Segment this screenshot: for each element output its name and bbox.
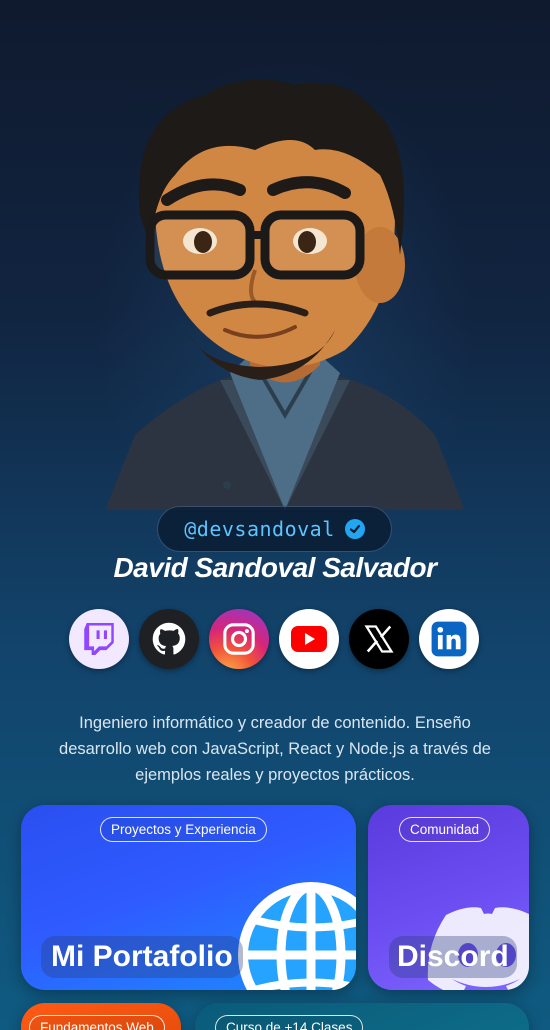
avatar-illustration — [105, 79, 465, 510]
x-icon — [364, 625, 394, 653]
portfolio-title: Mi Portafolio — [41, 936, 243, 978]
twitch-icon — [84, 623, 114, 655]
github-link[interactable] — [139, 609, 199, 669]
curso-card[interactable]: Curso de +14 Clases — [195, 1003, 529, 1030]
youtube-icon — [291, 626, 327, 652]
linkedin-icon — [431, 621, 467, 657]
profile-page: @devsandoval David Sandoval Salvador Ing… — [0, 0, 550, 1030]
x-link[interactable] — [349, 609, 409, 669]
profile-name: David Sandoval Salvador — [113, 552, 437, 583]
instagram-icon — [223, 623, 255, 655]
avatar — [95, 55, 475, 510]
linkedin-link[interactable] — [419, 609, 479, 669]
handle-badge: @devsandoval — [157, 506, 392, 552]
handle-text: @devsandoval — [184, 517, 335, 541]
youtube-link[interactable] — [279, 609, 339, 669]
portfolio-card[interactable]: Proyectos y Experiencia Mi Portafolio — [21, 805, 356, 990]
globe-icon — [238, 882, 356, 990]
curso-tag: Curso de +14 Clases — [215, 1015, 364, 1030]
github-icon — [152, 622, 186, 655]
verified-check-icon — [344, 519, 365, 539]
portfolio-tag: Proyectos y Experiencia — [100, 817, 267, 842]
discord-title: Discord — [389, 936, 517, 978]
fundamentos-card[interactable]: Fundamentos Web — [21, 1003, 181, 1030]
instagram-link[interactable] — [209, 609, 269, 669]
social-links — [69, 609, 479, 669]
profile-bio: Ingeniero informático y creador de conte… — [59, 714, 491, 784]
discord-card[interactable]: Comunidad Discord — [368, 805, 529, 990]
twitch-link[interactable] — [69, 609, 129, 669]
discord-tag: Comunidad — [399, 817, 491, 842]
fundamentos-tag: Fundamentos Web — [29, 1015, 165, 1030]
